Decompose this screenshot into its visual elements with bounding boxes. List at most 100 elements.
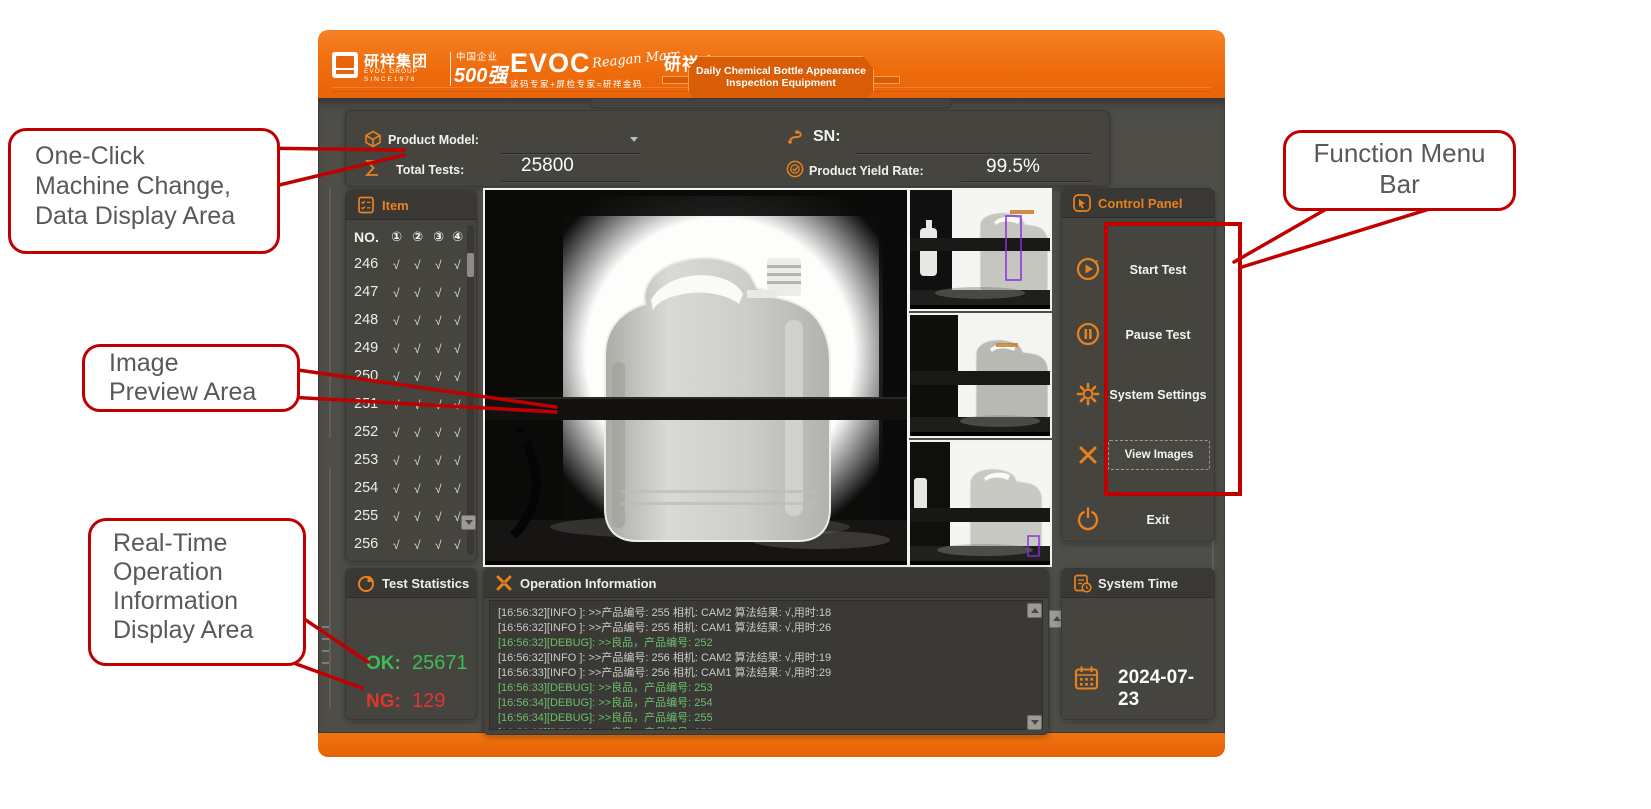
pause-icon[interactable] [1075,321,1101,347]
sn-field[interactable] [856,153,1091,154]
test-statistics-panel: Test Statistics OK: 25671 NG: 129 [345,568,477,720]
table-row[interactable]: 255 √ √ √ √ [346,503,468,531]
row-number: 255 [354,508,378,524]
log-line: [16:56:33][DEBUG]: >>良品，产品编号: 253 [498,681,1034,696]
operation-information-header: Operation Information [484,569,1048,598]
row-number: 256 [354,536,378,552]
camera-preview-1[interactable] [908,188,1052,311]
log-scroll-down-button[interactable] [1027,715,1042,730]
table-row[interactable]: 247 √ √ √ √ [346,279,468,307]
table-row[interactable]: 254 √ √ √ √ [346,475,468,503]
table-row[interactable]: 252 √ √ √ √ [346,419,468,447]
check-mark: √ [414,426,421,440]
check-mark: √ [435,510,442,524]
logo-since: SINCE1978 [364,76,416,83]
log-line: [16:56:32][INFO ]: >>产品编号: 255 相机: CAM2 … [498,606,1034,621]
table-row[interactable]: 249 √ √ √ √ [346,335,468,363]
product-model-label: Product Model: [388,133,479,147]
chevron-down-icon[interactable] [630,137,638,142]
check-mark: √ [393,370,400,384]
item-scroll-down-button[interactable] [461,515,476,530]
log-line: [16:56:32][INFO ]: >>产品编号: 256 相机: CAM2 … [498,651,1034,666]
arrow-down-icon [1031,720,1039,725]
log-area[interactable]: [16:56:32][INFO ]: >>产品编号: 255 相机: CAM2 … [489,600,1043,730]
check-mark: √ [454,370,461,384]
callout-one-click: One-Click Machine Change, Data Display A… [8,128,280,254]
check-mark: √ [435,454,442,468]
log-scroll-up-button[interactable] [1027,603,1042,618]
table-row[interactable]: 246 √ √ √ √ [346,251,468,279]
evoc-logo-mark [332,52,358,78]
system-time-title: System Time [1098,576,1178,591]
camera-preview-3[interactable] [908,440,1052,567]
check-mark: √ [414,314,421,328]
check-mark: √ [414,258,421,272]
logo-evoc-wordmark: EVOC [510,48,591,79]
item-table[interactable]: 246 √ √ √ √ 247 √ √ √ √ 248 √ √ √ √ [346,251,468,559]
log-line: [16:56:32][INFO ]: >>产品编号: 255 相机: CAM1 … [498,621,1034,636]
power-icon[interactable] [1075,506,1101,532]
bezel-decoration [329,188,331,438]
product-model-icon [364,130,382,148]
check-mark: √ [393,286,400,300]
log-line: [16:56:34][DEBUG]: >>良品，产品编号: 254 [498,696,1034,711]
check-mark: √ [435,370,442,384]
ng-count: 129 [412,690,445,713]
col-header-2: ② [412,229,423,245]
app-footer [318,733,1225,757]
sn-icon [786,127,806,147]
check-mark: √ [454,314,461,328]
callout-function-menu: Function Menu Bar [1283,130,1516,211]
item-scrollbar-thumb[interactable] [467,253,474,277]
statistics-icon [356,573,376,593]
ok-count: 25671 [412,652,468,675]
bezel-decoration [322,626,329,628]
row-number: 254 [354,480,378,496]
log-line: [16:56:34][DEBUG]: >>良品，产品编号: 255 [498,711,1034,726]
check-mark: √ [435,342,442,356]
row-number: 250 [354,368,378,384]
check-mark: √ [393,538,400,552]
check-mark: √ [414,510,421,524]
log-line: [16:56:33][INFO ]: >>产品编号: 256 相机: CAM1 … [498,666,1034,681]
check-mark: √ [414,454,421,468]
x-icon[interactable] [1075,442,1101,468]
product-model-select[interactable] [501,153,641,154]
system-time-icon [1072,573,1092,593]
camera-preview-2[interactable] [908,313,1052,438]
check-mark: √ [435,482,442,496]
total-tests-underline [501,181,641,182]
test-statistics-header: Test Statistics [346,569,476,598]
logo-divider [450,52,451,86]
check-mark: √ [393,454,400,468]
total-tests-value: 25800 [521,155,574,177]
table-row[interactable]: 250 √ √ √ √ [346,363,468,391]
start-icon[interactable] [1075,256,1101,282]
app-title-line2: Inspection Equipment [689,77,873,89]
check-mark: √ [393,426,400,440]
check-mark: √ [454,482,461,496]
bezel-decoration [322,650,329,652]
callout-realtime-info: Real-Time Operation Information Display … [88,518,306,666]
arrow-up-icon [1053,616,1061,621]
table-row[interactable]: 256 √ √ √ √ [346,531,468,559]
table-row[interactable]: 248 √ √ √ √ [346,307,468,335]
check-mark: √ [454,454,461,468]
yield-rate-icon [786,160,804,178]
check-mark: √ [435,314,442,328]
gear-icon[interactable] [1075,381,1101,407]
ng-label: NG: [366,691,401,713]
system-time-panel: System Time 2024-07-23 [1061,568,1215,720]
callout-line: Data Display Area [35,201,277,231]
data-display-panel: Product Model: Total Tests: 25800 SN: Pr… [345,110,1110,187]
yield-rate-value: 99.5% [986,156,1040,178]
exit-button[interactable]: Exit [1106,513,1210,527]
row-number: 248 [354,312,378,328]
row-number: 251 [354,396,378,412]
main-camera-view[interactable] [483,188,909,567]
table-row[interactable]: 251 √ √ √ √ [346,391,468,419]
check-mark: √ [435,258,442,272]
table-row[interactable]: 253 √ √ √ √ [346,447,468,475]
check-mark: √ [454,510,461,524]
col-header-4: ④ [452,229,463,245]
